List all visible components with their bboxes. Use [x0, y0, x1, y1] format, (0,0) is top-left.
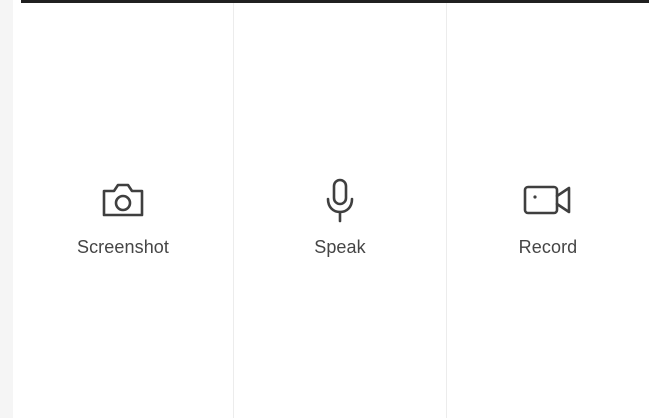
screenshot-option[interactable]: Screenshot — [13, 3, 234, 418]
speak-label: Speak — [314, 237, 366, 257]
left-gutter — [0, 0, 13, 418]
record-option[interactable]: Record — [447, 3, 649, 418]
record-option-content: Record — [447, 177, 649, 258]
microphone-icon — [314, 177, 366, 223]
speak-option[interactable]: Speak — [234, 3, 447, 418]
capture-options-panel: Screenshot Speak Record — [13, 3, 649, 418]
capture-options-screen: Screenshot Speak Record — [0, 0, 649, 418]
screenshot-label: Screenshot — [76, 237, 170, 257]
screenshot-option-content: Screenshot — [13, 177, 233, 258]
record-label: Record — [518, 237, 578, 257]
speak-option-content: Speak — [234, 177, 446, 258]
camera-icon — [97, 177, 149, 223]
video-camera-icon — [522, 177, 574, 223]
